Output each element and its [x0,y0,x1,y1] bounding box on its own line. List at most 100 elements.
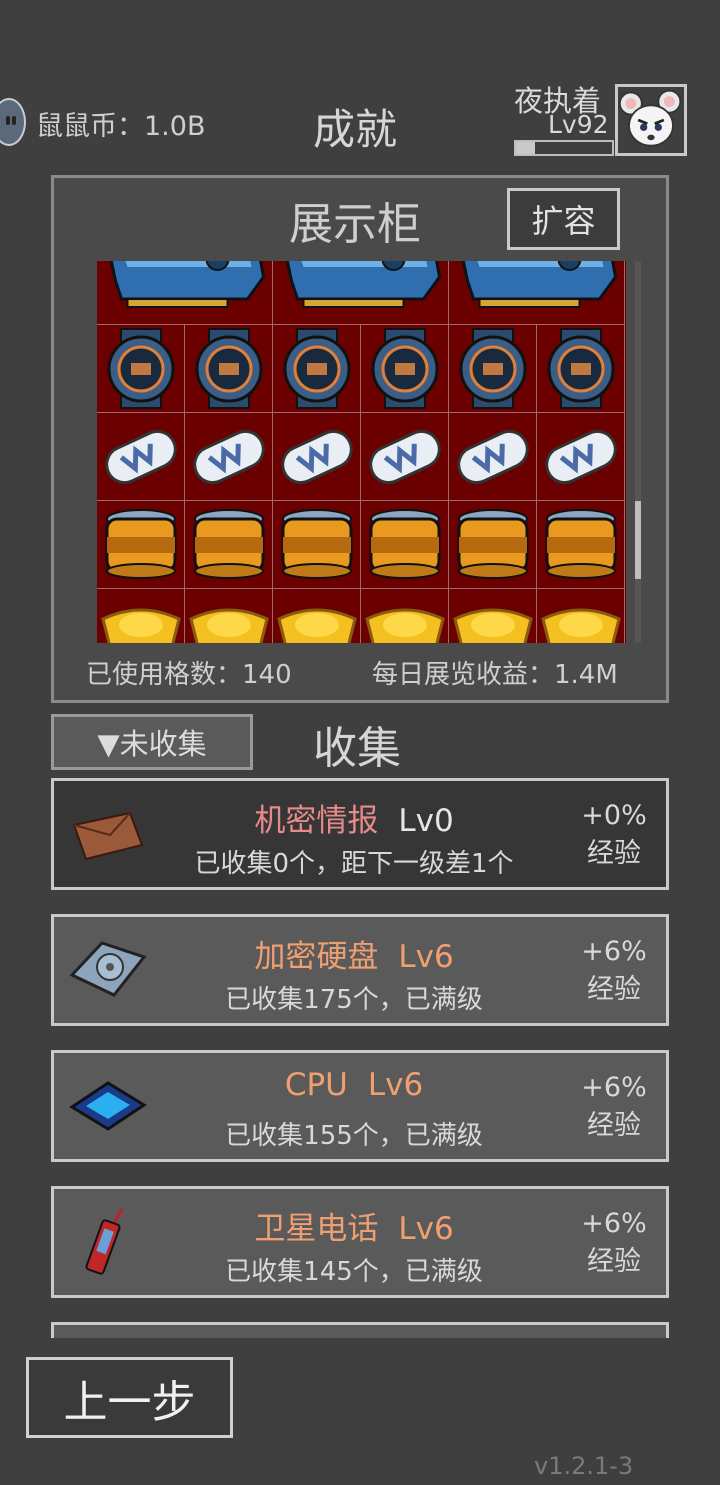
capsule-pill-icon [185,413,272,500]
smart-watch-icon [361,325,448,412]
showcase-cell-gold-ingot[interactable] [537,589,625,643]
avatar[interactable] [615,84,687,156]
showcase-grid[interactable] [97,261,626,643]
smart-watch-icon [97,325,184,412]
capsule-pill-icon [361,413,448,500]
collection-card[interactable]: CPU Lv6 已收集155个，已满级 +6% 经验 [51,1050,669,1162]
collection-card[interactable] [51,1322,669,1338]
collection-item-name: 加密硬盘 [254,939,379,975]
showcase-cell-capsule-pill[interactable] [273,413,361,501]
bonus-label: 经验 [587,1110,641,1141]
showcase-scrollbar[interactable] [635,261,641,643]
collection-item-progress: 已收集155个，已满级 [225,1121,483,1151]
collection-item-progress: 已收集145个，已满级 [225,1257,483,1287]
showcase-cell-smart-watch[interactable] [537,325,625,413]
coin-balance: 鼠鼠币：1.0B [36,111,206,142]
page-title: 成就 [313,105,398,154]
showcase-cell-gold-jar[interactable] [449,501,537,589]
collection-item-name: 卫星电话 [254,1211,379,1247]
capsule-pill-icon [537,413,624,500]
collection-item-bonus: +6% 经验 [574,933,654,1009]
showcase-cell-graphics-card[interactable] [273,261,449,325]
showcase-cell-smart-watch[interactable] [449,325,537,413]
mouse-avatar-icon [618,89,682,147]
gold-ingot-icon [449,589,536,643]
showcase-cell-gold-ingot[interactable] [185,589,273,643]
showcase-cell-gold-jar[interactable] [537,501,625,589]
showcase-cell-gold-jar[interactable] [185,501,273,589]
daily-income-text: 每日展览收益：1.4M [372,660,618,690]
showcase-cell-gold-ingot[interactable] [273,589,361,643]
collection-item-level: Lv6 [398,1211,454,1247]
showcase-cell-smart-watch[interactable] [185,325,273,413]
gold-ingot-icon [185,589,272,643]
showcase-cell-gold-jar[interactable] [97,501,185,589]
gold-ingot-icon [273,589,360,643]
bonus-value: +6% [581,1208,647,1239]
collection-item-level: Lv6 [398,939,454,975]
player-level: Lv92 [548,110,609,139]
gold-jar-icon [185,501,272,588]
showcase-title: 展示柜 [289,199,421,250]
gold-jar-icon [273,501,360,588]
bonus-label: 经验 [587,838,641,869]
showcase-cell-gold-ingot[interactable] [361,589,449,643]
gold-jar-icon [449,501,536,588]
scrollbar-thumb[interactable] [635,501,641,579]
showcase-cell-graphics-card[interactable] [97,261,273,325]
gold-ingot-icon [537,589,624,643]
xp-progress-fill [516,142,536,154]
graphics-card-icon [449,261,624,324]
filter-dropdown[interactable]: ▼未收集 [51,714,253,770]
capsule-pill-icon [449,413,536,500]
collection-card[interactable]: 加密硬盘 Lv6 已收集175个，已满级 +6% 经验 [51,914,669,1026]
capsule-pill-icon [273,413,360,500]
bonus-value: +0% [581,800,647,831]
collection-title: 收集 [313,723,401,774]
expand-button[interactable]: 扩容 [507,188,620,250]
gold-ingot-icon [97,589,184,643]
showcase-cell-graphics-card[interactable] [449,261,625,325]
showcase-cell-gold-jar[interactable] [361,501,449,589]
collection-item-level: Lv6 [367,1067,424,1103]
bonus-label: 经验 [587,974,641,1005]
showcase-cell-capsule-pill[interactable] [361,413,449,501]
gold-jar-icon [537,501,624,588]
bonus-label: 经验 [587,1246,641,1277]
collection-card[interactable]: 机密情报 Lv0 已收集0个，距下一级差1个 +0% 经验 [51,778,669,890]
gold-ingot-icon [361,589,448,643]
version-label: v1.2.1-3 [534,1452,634,1480]
collection-item-title: 机密情报 Lv0 [134,795,574,840]
showcase-cell-gold-ingot[interactable] [449,589,537,643]
collection-item-bonus: +0% 经验 [574,797,654,873]
showcase-cell-capsule-pill[interactable] [537,413,625,501]
collection-item-level: Lv0 [398,803,454,839]
smart-watch-icon [537,325,624,412]
bonus-value: +6% [581,1072,647,1103]
showcase-cell-gold-ingot[interactable] [97,589,185,643]
collection-item-title: CPU Lv6 [134,1067,574,1103]
bonus-value: +6% [581,936,647,967]
showcase-cell-capsule-pill[interactable] [97,413,185,501]
collection-item-name: CPU [284,1067,348,1103]
smart-watch-icon [273,325,360,412]
collection-item-name: 机密情报 [254,803,379,839]
collection-item-title: 加密硬盘 Lv6 [134,931,574,976]
mouse-coin-icon [0,98,26,146]
smart-watch-icon [449,325,536,412]
used-slots-text: 已使用格数：140 [86,660,292,690]
collection-list[interactable]: 机密情报 Lv0 已收集0个，距下一级差1个 +0% 经验 加密硬盘 Lv6 已收集175个，… [51,778,669,1338]
showcase-cell-capsule-pill[interactable] [185,413,273,501]
back-button[interactable]: 上一步 [26,1357,233,1438]
collection-card[interactable]: 卫星电话 Lv6 已收集145个，已满级 +6% 经验 [51,1186,669,1298]
graphics-card-icon [97,261,272,324]
collection-item-progress: 已收集175个，已满级 [225,985,483,1015]
collection-item-progress: 已收集0个，距下一级差1个 [194,849,514,879]
smart-watch-icon [185,325,272,412]
showcase-cell-gold-jar[interactable] [273,501,361,589]
showcase-cell-smart-watch[interactable] [361,325,449,413]
showcase-cell-smart-watch[interactable] [97,325,185,413]
xp-progress-bar [514,140,614,156]
showcase-cell-smart-watch[interactable] [273,325,361,413]
showcase-cell-capsule-pill[interactable] [449,413,537,501]
